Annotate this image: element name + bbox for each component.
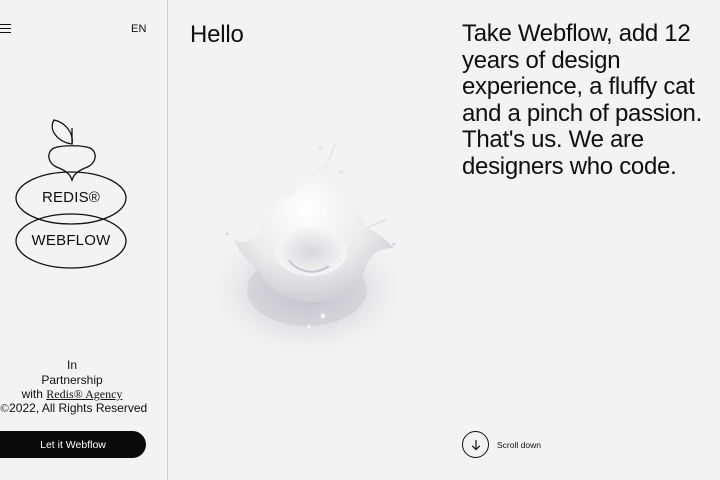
agency-link[interactable]: Redis® Agency: [46, 387, 122, 401]
redis-webflow-logo[interactable]: REDIS® WEBFLOW: [14, 116, 132, 272]
arrow-down-icon: [471, 439, 480, 450]
partnership-credit: In Partnership with Redis® Agency: [0, 358, 144, 402]
copyright-symbol: ©: [0, 401, 10, 415]
scroll-down-circle: [462, 431, 489, 458]
copyright: ©2022, All Rights Reserved: [0, 401, 160, 416]
menu-line: [0, 32, 11, 34]
main-content: Hello Take Webflow, add 12 years of desi…: [169, 0, 720, 480]
let-it-webflow-button[interactable]: Let it Webflow: [0, 431, 146, 458]
menu-line: [0, 28, 11, 30]
language-switcher[interactable]: EN: [131, 23, 147, 35]
scroll-down-button[interactable]: Scroll down: [462, 431, 541, 458]
menu-line: [0, 24, 11, 26]
partnership-with: with: [21, 387, 47, 401]
greeting-heading: Hello: [190, 21, 244, 48]
copyright-text: 2022, All Rights Reserved: [9, 401, 148, 415]
sidebar: EN REDIS® WEBFLOW In Partnership with Re…: [0, 0, 168, 480]
scroll-down-label: Scroll down: [497, 439, 541, 450]
hamburger-menu-icon[interactable]: [0, 22, 14, 34]
logo-top-label: REDIS®: [41, 189, 101, 206]
partnership-line-2: Partnership: [41, 372, 103, 387]
intro-statement: Take Webflow, add 12 years of design exp…: [462, 20, 702, 180]
logo-bottom-label: WEBFLOW: [31, 232, 111, 249]
milk-splash-image: [189, 140, 439, 370]
partnership-line-3: with Redis® Agency: [0, 387, 144, 402]
page: EN REDIS® WEBFLOW In Partnership with Re…: [0, 0, 720, 480]
partnership-line-1: In: [66, 358, 77, 372]
